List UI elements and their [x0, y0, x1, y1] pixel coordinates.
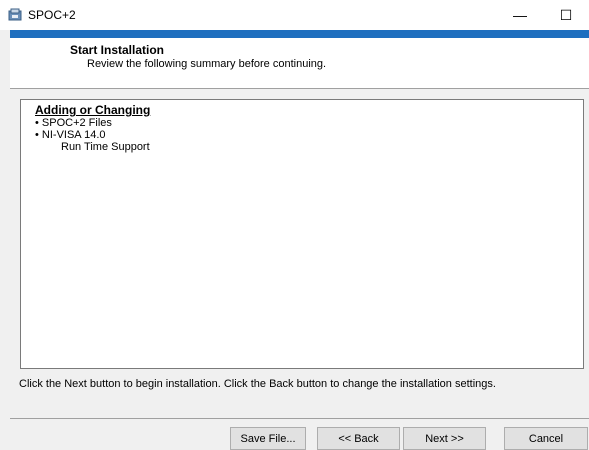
- save-file-button[interactable]: Save File...: [230, 427, 306, 450]
- installer-icon: [8, 8, 22, 21]
- back-button[interactable]: << Back: [317, 427, 400, 450]
- cancel-button[interactable]: Cancel: [504, 427, 588, 450]
- next-button[interactable]: Next >>: [403, 427, 486, 450]
- summary-textbox[interactable]: Adding or Changing • SPOC+2 Files • NI-V…: [20, 99, 584, 369]
- summary-item: • NI-VISA 14.0: [35, 129, 106, 141]
- maximize-button[interactable]: ☐: [543, 0, 589, 30]
- minimize-button[interactable]: —: [497, 0, 543, 30]
- summary-heading: Adding or Changing: [35, 103, 151, 117]
- page-title: Start Installation: [70, 43, 165, 57]
- summary-subitem: Run Time Support: [61, 141, 150, 153]
- accent-strip: [10, 30, 589, 38]
- title-bar: SPOC+2 — ☐ ✕: [0, 0, 589, 30]
- summary-item: • SPOC+2 Files: [35, 117, 112, 129]
- header-panel: Start Installation Review the following …: [10, 38, 589, 88]
- instructions-text: Click the Next button to begin installat…: [19, 378, 496, 390]
- window-title: SPOC+2: [28, 8, 76, 22]
- page-subtitle: Review the following summary before cont…: [87, 58, 327, 70]
- footer-divider: [10, 418, 589, 419]
- header-divider: [10, 88, 589, 89]
